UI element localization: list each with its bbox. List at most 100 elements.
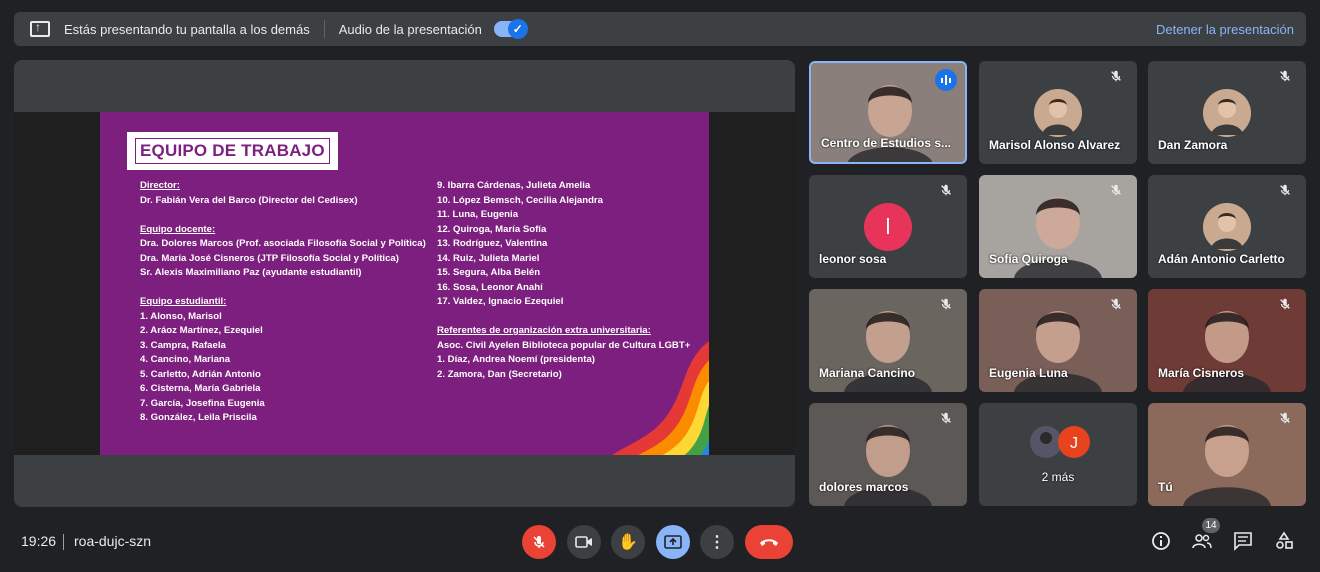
participant-tile[interactable]: Adán Antonio Carletto	[1148, 175, 1306, 278]
chat-icon	[1234, 532, 1252, 551]
slide-line: 1. Alonso, Marisol	[140, 310, 222, 322]
slide-title-text: EQUIPO DE TRABAJO	[135, 138, 330, 164]
participant-name: Centro de Estudios s...	[821, 136, 952, 150]
divider	[63, 534, 64, 550]
slide-spacer	[140, 281, 426, 296]
chat-button[interactable]	[1232, 531, 1254, 553]
divider	[323, 20, 325, 38]
present-now-button[interactable]	[656, 525, 690, 559]
slide-line: 15. Segura, Alba Belén	[437, 267, 541, 278]
slide-line: 16. Sosa, Leonor Anahí	[437, 281, 543, 293]
participant-tile[interactable]: Dan Zamora	[1148, 61, 1306, 164]
mic-off-icon	[533, 536, 545, 548]
participant-tile[interactable]: Mariana Cancino	[809, 289, 967, 392]
slide-line: Sr. Alexis Maximiliano Paz (ayudante est…	[140, 267, 362, 278]
participant-name: Dan Zamora	[1158, 138, 1228, 152]
participant-name: leonor sosa	[819, 252, 887, 266]
presentation-audio-label: Audio de la presentación	[338, 21, 482, 37]
slide-line: 10. López Bemsch, Cecilia Alejandra	[437, 194, 603, 206]
participant-name: Tú	[1158, 480, 1173, 494]
rainbow-decoration	[612, 341, 709, 455]
mic-off-icon	[1278, 183, 1296, 201]
participant-name: María Cisneros	[1158, 366, 1245, 380]
participant-name: Adán Antonio Carletto	[1158, 252, 1285, 266]
more-participants-avatars: J	[1029, 425, 1091, 464]
slide-line: 3. Campra, Rafaela	[140, 339, 226, 351]
activities-button[interactable]	[1273, 531, 1295, 553]
participant-name: Eugenia Luna	[989, 366, 1068, 380]
meeting-code: roa-dujc-szn	[74, 533, 152, 549]
presenting-banner: Estás presentando tu pantalla a los demá…	[14, 12, 1306, 46]
bottom-toolbar: 19:26 roa-dujc-szn ✋ ⋮	[0, 515, 1320, 572]
mic-off-icon	[1109, 183, 1127, 201]
check-icon: ✓	[507, 19, 528, 39]
presenting-message: Estás presentando tu pantalla a los demá…	[64, 21, 310, 37]
slide-line: 14. Ruiz, Julieta Mariel	[437, 252, 540, 264]
stop-presenting-button[interactable]: Detener la presentación	[1156, 22, 1294, 37]
activities-icon	[1276, 531, 1293, 549]
slide-line: Dr. Fabián Vera del Barco (Director del …	[140, 194, 358, 206]
people-icon	[1192, 534, 1212, 549]
mic-off-icon	[939, 411, 957, 429]
slide-line: 9. Ibarra Cárdenas, Julieta Amelia	[437, 180, 591, 191]
slide-section-heading: Director:	[140, 180, 180, 191]
avatar	[1203, 89, 1251, 137]
mic-off-icon	[1278, 411, 1296, 429]
raise-hand-button[interactable]: ✋	[611, 525, 645, 559]
mic-off-icon	[1278, 297, 1296, 315]
camera-icon	[575, 536, 592, 548]
participant-tile[interactable]: l leonor sosa	[809, 175, 967, 278]
slide-line: 13. Rodríguez, Valentina	[437, 238, 548, 249]
mic-off-icon	[1278, 69, 1296, 87]
mic-off-icon	[939, 297, 957, 315]
svg-text:J: J	[1070, 435, 1078, 452]
participant-tile[interactable]: María Cisneros	[1148, 289, 1306, 392]
slide-line: 6. Cisterna, María Gabriela	[140, 383, 261, 394]
more-vert-icon: ⋮	[709, 534, 725, 551]
clock: 19:26	[21, 533, 57, 549]
slide-title: EQUIPO DE TRABAJO	[127, 132, 338, 170]
slide-line: 17. Valdez, Ignacio Ezequiel	[437, 296, 564, 307]
hangup-icon	[760, 539, 778, 546]
slide-line: 4. Cancino, Mariana	[140, 354, 231, 365]
mic-off-icon	[939, 183, 957, 201]
camera-toggle-button[interactable]	[567, 525, 601, 559]
participant-tile[interactable]: Centro de Estudios s...	[809, 61, 967, 164]
more-options-button[interactable]: ⋮	[700, 525, 734, 559]
slide-line: 12. Quiroga, María Sofía	[437, 223, 547, 235]
present-screen-icon	[30, 20, 50, 37]
participant-tile[interactable]: Tú	[1148, 403, 1306, 506]
presentation-slide: EQUIPO DE TRABAJO Director: Dr. Fabián Ve…	[100, 112, 709, 455]
avatar	[1034, 89, 1082, 137]
participant-name: Sofía Quiroga	[989, 252, 1068, 266]
presentation-audio-toggle[interactable]: ✓	[493, 19, 528, 39]
slide-line: 11. Luna, Eugenia	[437, 209, 519, 220]
participant-tile[interactable]: Eugenia Luna	[979, 289, 1137, 392]
participant-count-badge: 14	[1202, 518, 1220, 533]
slide-line: Dra. María José Cisneros (JTP Filosofía …	[140, 252, 399, 264]
participant-name: Mariana Cancino	[819, 366, 916, 380]
present-icon	[664, 535, 682, 549]
mic-toggle-button[interactable]	[522, 525, 556, 559]
slide-line: 8. González, Leila Priscila	[140, 412, 257, 423]
slide-line: 7. García, Josefina Eugenia	[140, 397, 265, 409]
participant-tile[interactable]: Sofía Quiroga	[979, 175, 1137, 278]
mic-off-icon	[1109, 69, 1127, 87]
info-icon	[1152, 532, 1170, 550]
slide-left-column: Director: Dr. Fabián Vera del Barco (Dire…	[140, 179, 426, 426]
participant-name: dolores marcos	[819, 480, 909, 494]
avatar-initial: l	[864, 203, 912, 251]
participant-name: 2 más	[1041, 470, 1075, 484]
avatar	[1203, 203, 1251, 251]
participant-tile[interactable]: J 2 más	[979, 403, 1137, 506]
people-button[interactable]	[1191, 531, 1213, 553]
participant-tile[interactable]: Marisol Alonso Alvarez	[979, 61, 1137, 164]
leave-call-button[interactable]	[745, 525, 793, 559]
meeting-details-button[interactable]	[1150, 531, 1172, 553]
slide-line: Dra. Dolores Marcos (Prof. asociada Filo…	[140, 238, 426, 249]
slide-line: 2. Aráoz Martínez, Ezequiel	[140, 325, 263, 336]
participant-tile[interactable]: dolores marcos	[809, 403, 967, 506]
participant-name: Marisol Alonso Alvarez	[989, 138, 1121, 152]
slide-spacer	[140, 208, 426, 223]
presentation-stage: EQUIPO DE TRABAJO Director: Dr. Fabián Ve…	[14, 60, 795, 507]
